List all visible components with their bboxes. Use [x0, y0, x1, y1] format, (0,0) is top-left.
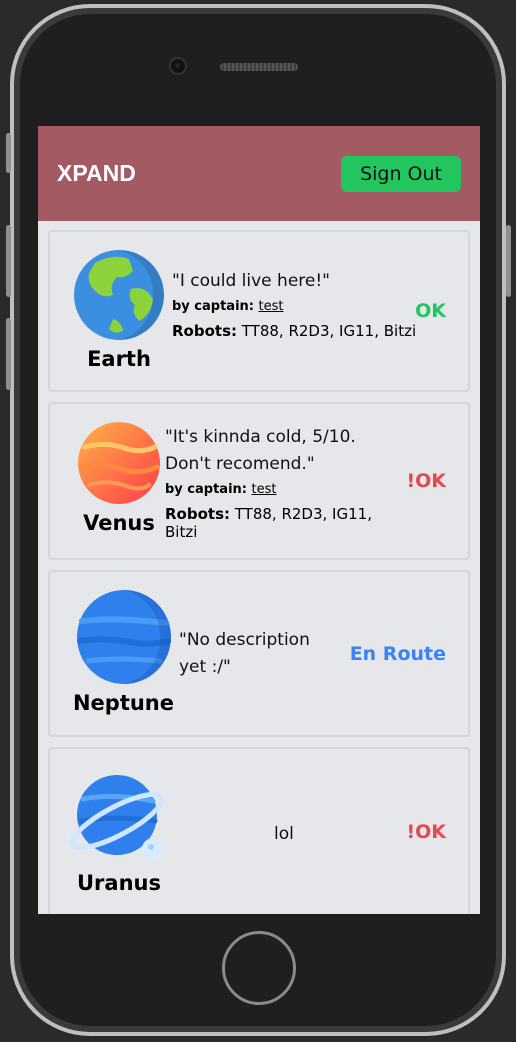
planet-info: "It's kinnda cold, 5/10. Don't recomend.…: [165, 424, 375, 541]
robots-label: Robots:: [172, 322, 237, 340]
status-badge: En Route: [349, 643, 446, 665]
captain-link[interactable]: test: [259, 299, 284, 314]
status-badge: !OK: [406, 470, 446, 492]
planet-name: Uranus: [77, 871, 161, 895]
volume-down-button: [6, 318, 11, 390]
planet-name: Earth: [87, 347, 151, 371]
planet-quote: "It's kinnda cold, 5/10. Don't recomend.…: [165, 427, 356, 474]
captain-line: by captain: test: [172, 299, 416, 314]
power-button: [506, 225, 511, 297]
planet-card-neptune[interactable]: Neptune "No description yet :/" En Route: [48, 570, 470, 737]
planet-list: Earth "I could live here!" by captain: t…: [38, 221, 480, 914]
status-badge: OK: [415, 300, 446, 322]
planet-quote: lol: [274, 824, 294, 844]
planet-figure: Neptune: [66, 589, 181, 715]
planet-figure: Venus: [68, 421, 170, 535]
robots-line: Robots: TT88, R2D3, IG11, Bitzi: [165, 505, 375, 541]
planet-quote: "No description yet :/": [179, 630, 310, 677]
home-button[interactable]: [222, 931, 296, 1005]
venus-icon: [78, 422, 160, 504]
sign-out-button[interactable]: Sign Out: [341, 155, 461, 192]
planet-name: Neptune: [72, 691, 175, 715]
robots-list: TT88, R2D3, IG11, Bitzi: [241, 322, 417, 340]
planet-card-earth[interactable]: Earth "I could live here!" by captain: t…: [48, 230, 470, 392]
robots-line: Robots: TT88, R2D3, IG11, Bitzi: [172, 322, 416, 340]
planet-card-venus[interactable]: Venus "It's kinnda cold, 5/10. Don't rec…: [48, 402, 470, 560]
robots-label: Robots:: [165, 505, 230, 523]
planet-figure: Uranus: [68, 769, 170, 895]
uranus-icon: [69, 773, 165, 860]
volume-up-button: [6, 225, 11, 297]
planet-info: "No description yet :/": [179, 627, 329, 681]
planet-name: Venus: [83, 511, 155, 535]
status-badge: !OK: [406, 821, 446, 843]
planet-figure: Earth: [68, 249, 170, 371]
planet-card-uranus[interactable]: Uranus lol !OK: [48, 747, 470, 914]
neptune-icon: [76, 590, 171, 684]
app-screen: XPAND Sign Out Earth "I could live here!…: [38, 126, 480, 914]
earpiece-speaker: [220, 63, 298, 71]
captain-line: by captain: test: [165, 482, 375, 497]
by-label: by captain:: [165, 482, 247, 497]
by-label: by captain:: [172, 299, 254, 314]
planet-quote: "I could live here!": [172, 271, 330, 291]
earth-icon: [74, 250, 164, 340]
app-title: XPAND: [57, 160, 136, 186]
app-header: XPAND Sign Out: [38, 126, 480, 221]
front-camera: [171, 59, 185, 73]
planet-info: "I could live here!" by captain: test Ro…: [172, 268, 416, 340]
mute-switch: [6, 133, 11, 173]
captain-link[interactable]: test: [252, 482, 277, 497]
planet-info: lol: [274, 821, 294, 848]
